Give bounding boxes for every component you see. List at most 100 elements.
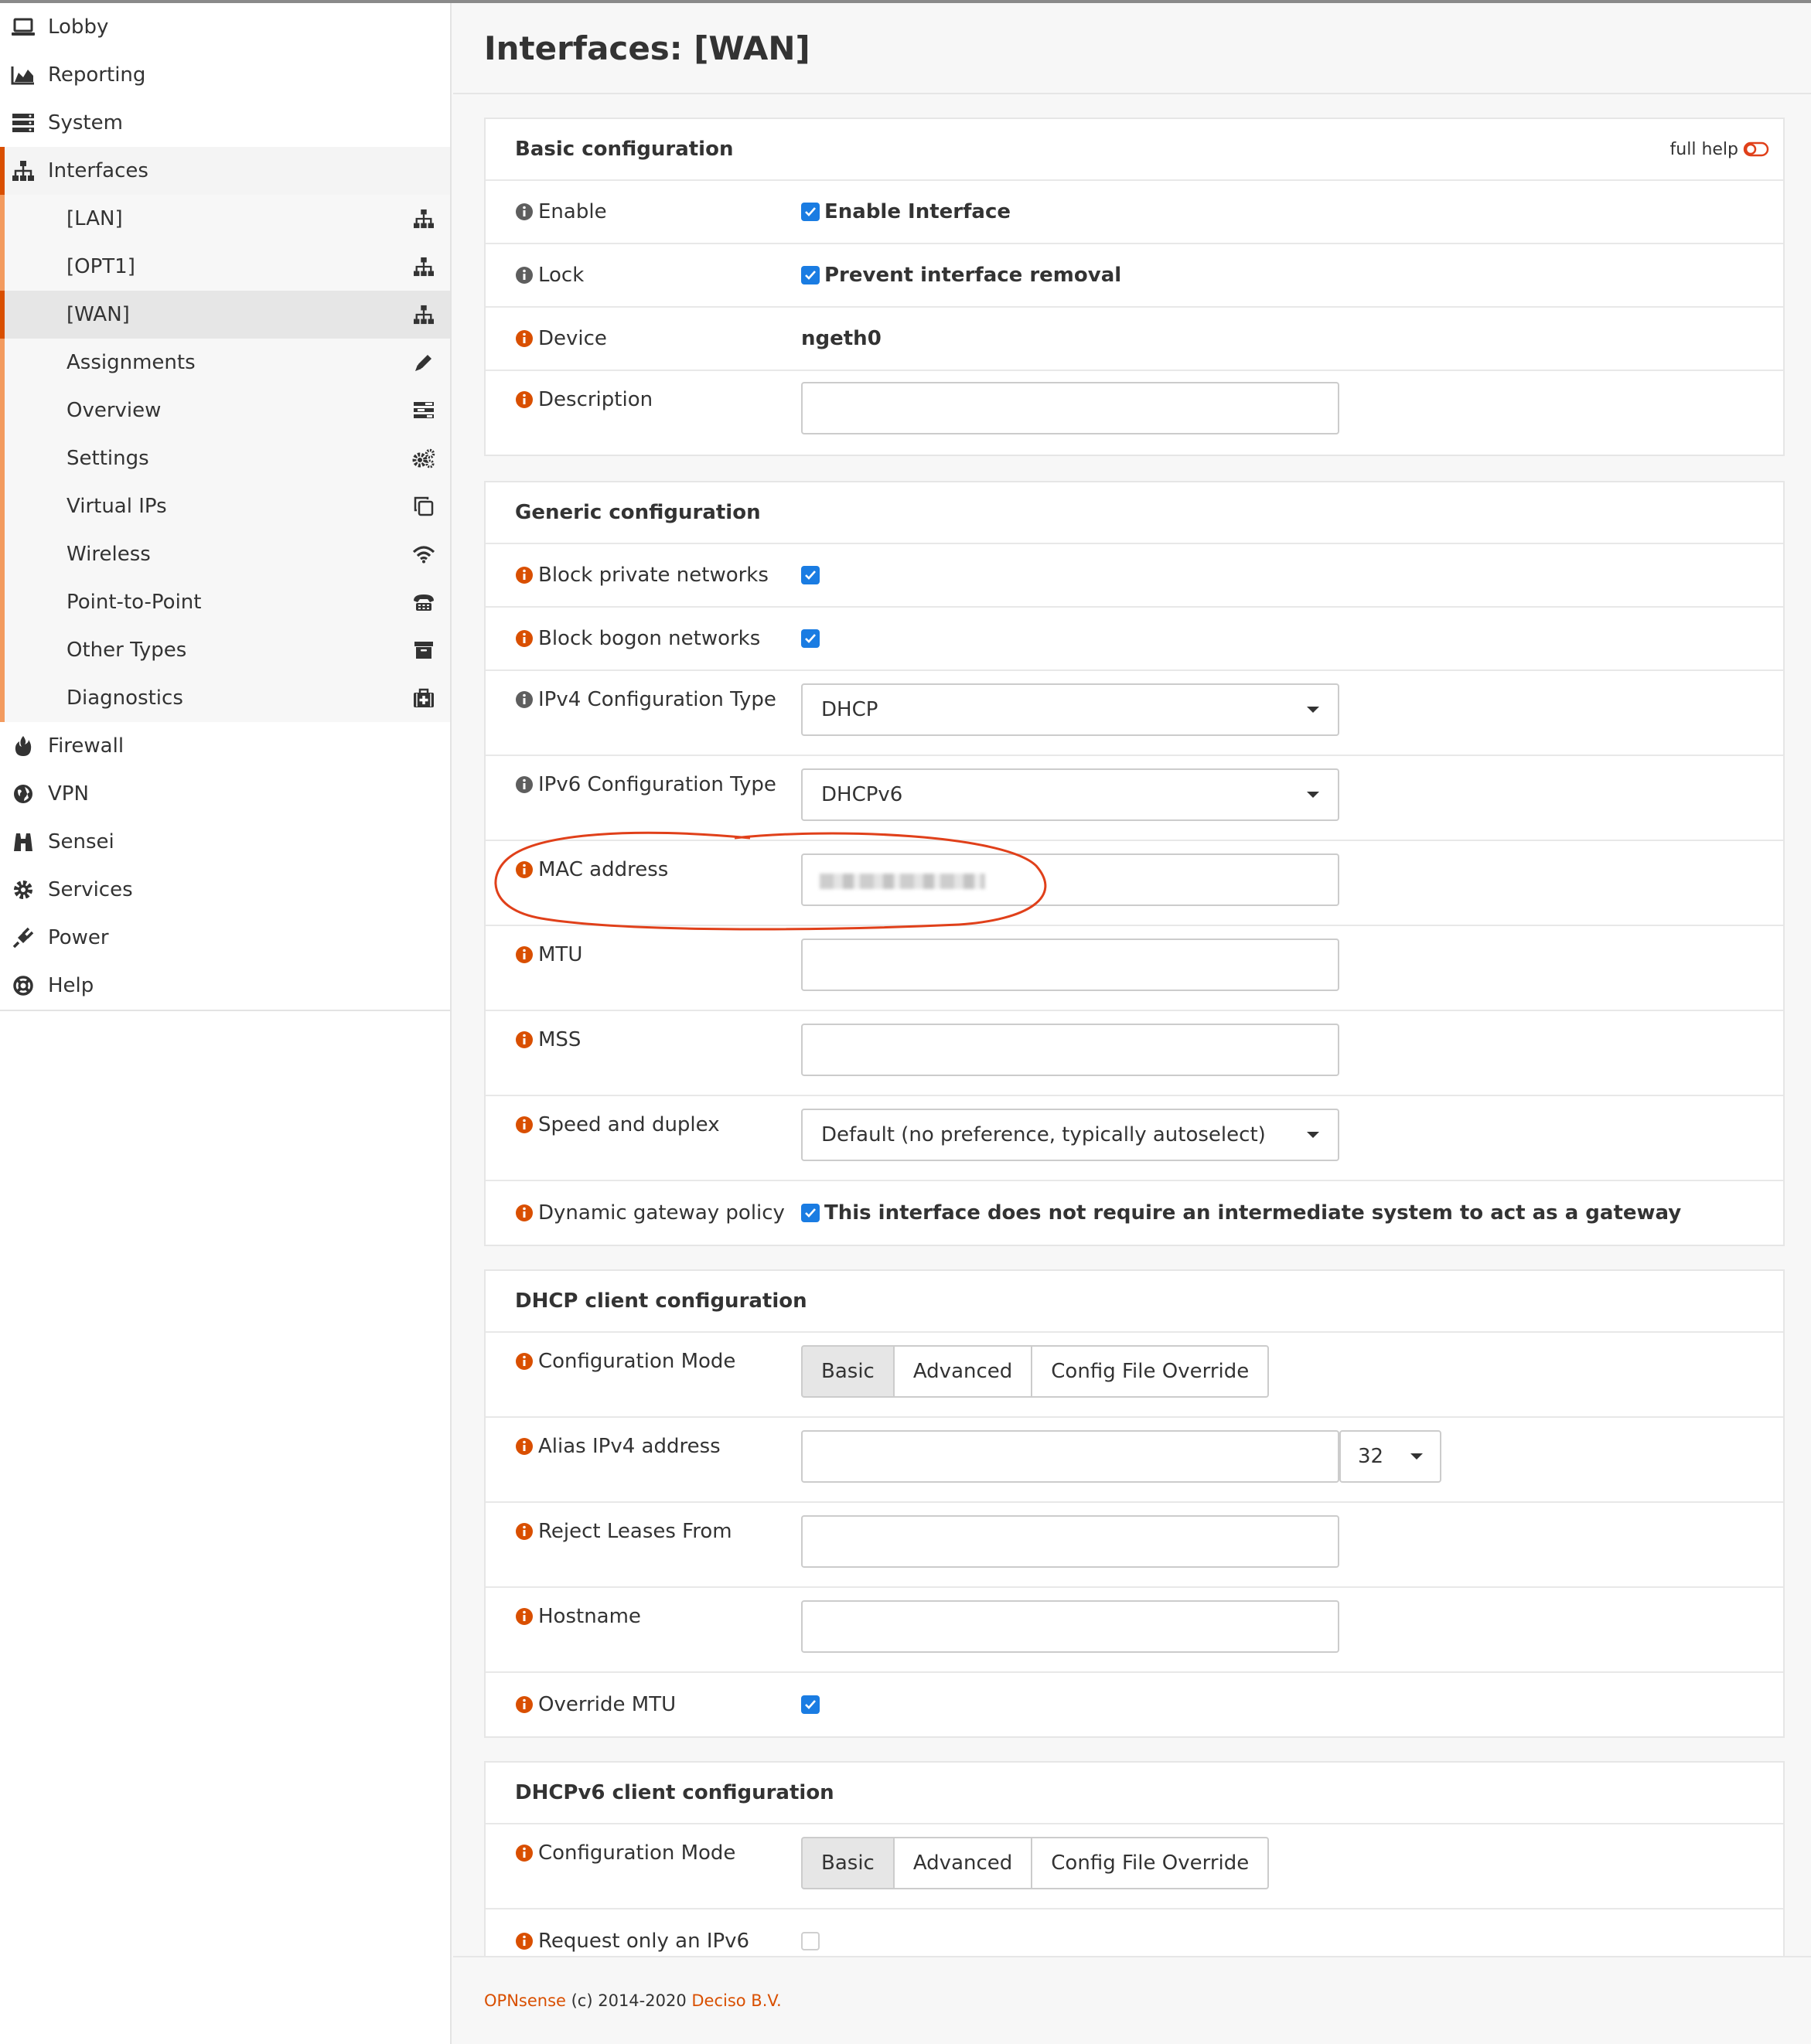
cogs-icon (411, 446, 436, 471)
mss-input[interactable] (801, 1024, 1339, 1076)
sidebar-item-sensei[interactable]: Sensei (0, 818, 450, 866)
footer-brand-link[interactable]: OPNsense (484, 1991, 566, 2010)
sidebar-subitem-wan[interactable]: [WAN] (0, 291, 450, 339)
mode-advanced-button[interactable]: Advanced (892, 1837, 1033, 1889)
sidebar-subitem-diagnostics[interactable]: Diagnostics (0, 674, 450, 722)
dhcp-mode-row: Configuration Mode Basic Advanced Config… (486, 1333, 1783, 1418)
sidebar-item-lobby[interactable]: Lobby (0, 3, 450, 51)
field-label: Description (538, 388, 653, 411)
info-icon[interactable] (515, 1437, 534, 1456)
field-label: Lock (538, 264, 585, 287)
info-icon[interactable] (515, 1116, 534, 1134)
mode-advanced-button[interactable]: Advanced (892, 1345, 1033, 1398)
enable-interface-checkbox[interactable] (801, 203, 820, 221)
prevent-removal-checkbox[interactable] (801, 266, 820, 284)
override-mtu-row: Override MTU (486, 1673, 1783, 1736)
speed-duplex-select[interactable]: Default (no preference, typically autose… (801, 1109, 1339, 1161)
info-icon[interactable] (515, 1031, 534, 1049)
sidebar-item-help[interactable]: Help (0, 962, 450, 1010)
sidebar-subitem-wireless[interactable]: Wireless (0, 530, 450, 578)
alias-ipv4-input[interactable] (801, 1430, 1339, 1483)
reject-leases-input[interactable] (801, 1515, 1339, 1568)
mtu-input[interactable] (801, 939, 1339, 991)
sidebar-subitem-assignments[interactable]: Assignments (0, 339, 450, 387)
mac-address-row: MAC address (486, 841, 1783, 926)
info-icon[interactable] (515, 1695, 534, 1714)
info-icon[interactable] (515, 566, 534, 584)
info-icon[interactable] (515, 1522, 534, 1541)
sidebar-item-firewall[interactable]: Firewall (0, 722, 450, 770)
mss-row: MSS (486, 1011, 1783, 1096)
sidebar-subitem-opt1[interactable]: [OPT1] (0, 243, 450, 291)
field-label: MSS (538, 1028, 581, 1051)
lock-row: Lock Prevent interface removal (486, 244, 1783, 308)
gateway-policy-row: Dynamic gateway policy This interface do… (486, 1181, 1783, 1245)
ipv6-type-row: IPv6 Configuration Type DHCPv6 (486, 756, 1783, 841)
sidebar-item-label: Lobby (48, 15, 109, 39)
sidebar-subitem-settings[interactable]: Settings (0, 434, 450, 482)
dhcp-mode-button-group: Basic Advanced Config File Override (801, 1345, 1270, 1398)
plug-icon (9, 924, 37, 952)
dhcpv6-mode-row: Configuration Mode Basic Advanced Config… (486, 1824, 1783, 1909)
request-ipv6-checkbox[interactable] (801, 1932, 820, 1950)
hostname-input[interactable] (801, 1600, 1339, 1653)
sidebar-subitem-virtual-ips[interactable]: Virtual IPs (0, 482, 450, 530)
info-icon[interactable] (515, 629, 534, 648)
alias-prefix-select[interactable]: 32 (1339, 1430, 1441, 1483)
mode-basic-button[interactable]: Basic (801, 1345, 895, 1398)
info-icon[interactable] (515, 390, 534, 409)
info-icon[interactable] (515, 203, 534, 221)
sidebar-item-label: [WAN] (67, 303, 130, 326)
section-header: DHCPv6 client configuration (486, 1763, 1783, 1824)
mac-address-input[interactable] (801, 853, 1339, 906)
full-help-toggle[interactable]: full help (1670, 140, 1769, 159)
block-bogon-checkbox[interactable] (801, 629, 820, 648)
page-title: Interfaces: [WAN] (453, 3, 1811, 94)
override-mtu-checkbox[interactable] (801, 1695, 820, 1714)
section-header: Generic configuration (486, 482, 1783, 544)
sidebar-item-services[interactable]: Services (0, 866, 450, 914)
full-help-label: full help (1669, 139, 1738, 159)
sidebar-subitem-other-types[interactable]: Other Types (0, 626, 450, 674)
field-label: Override MTU (538, 1693, 677, 1716)
select-value: DHCPv6 (821, 783, 903, 806)
info-icon[interactable] (515, 1932, 534, 1950)
sidebar-item-power[interactable]: Power (0, 914, 450, 962)
field-label: Dynamic gateway policy (538, 1201, 785, 1225)
gateway-policy-checkbox[interactable] (801, 1204, 820, 1222)
sidebar-subitem-overview[interactable]: Overview (0, 387, 450, 434)
sidebar-item-system[interactable]: System (0, 99, 450, 147)
info-icon[interactable] (515, 1204, 534, 1222)
sitemap-icon (411, 302, 436, 327)
generic-configuration-section: Generic configuration Block private netw… (484, 481, 1785, 1246)
field-label: Block private networks (538, 564, 769, 587)
description-input[interactable] (801, 382, 1339, 434)
mode-config-override-button[interactable]: Config File Override (1031, 1345, 1270, 1398)
info-icon[interactable] (515, 860, 534, 879)
sidebar-subitem-point-to-point[interactable]: Point-to-Point (0, 578, 450, 626)
info-icon[interactable] (515, 1607, 534, 1626)
sidebar-subitem-lan[interactable]: [LAN] (0, 195, 450, 243)
info-icon[interactable] (515, 945, 534, 964)
section-header: Basic configuration full help (486, 119, 1783, 181)
info-icon[interactable] (515, 329, 534, 348)
section-title: Basic configuration (515, 138, 734, 161)
field-label: IPv4 Configuration Type (538, 688, 776, 711)
sidebar-item-label: Overview (67, 399, 162, 422)
mode-config-override-button[interactable]: Config File Override (1031, 1837, 1270, 1889)
block-private-checkbox[interactable] (801, 566, 820, 584)
sidebar-item-reporting[interactable]: Reporting (0, 51, 450, 99)
info-icon[interactable] (515, 1352, 534, 1371)
info-icon[interactable] (515, 266, 534, 284)
sidebar-item-vpn[interactable]: VPN (0, 770, 450, 818)
sidebar: Lobby Reporting System Interfaces [LAN] … (0, 3, 452, 2044)
sidebar-item-interfaces[interactable]: Interfaces (0, 147, 450, 195)
sidebar-item-label: Interfaces (48, 159, 148, 182)
info-icon[interactable] (515, 1844, 534, 1862)
info-icon[interactable] (515, 775, 534, 794)
ipv6-type-select[interactable]: DHCPv6 (801, 768, 1339, 821)
info-icon[interactable] (515, 690, 534, 709)
ipv4-type-select[interactable]: DHCP (801, 683, 1339, 736)
mode-basic-button[interactable]: Basic (801, 1837, 895, 1889)
footer-company-link[interactable]: Deciso B.V. (691, 1991, 781, 2010)
